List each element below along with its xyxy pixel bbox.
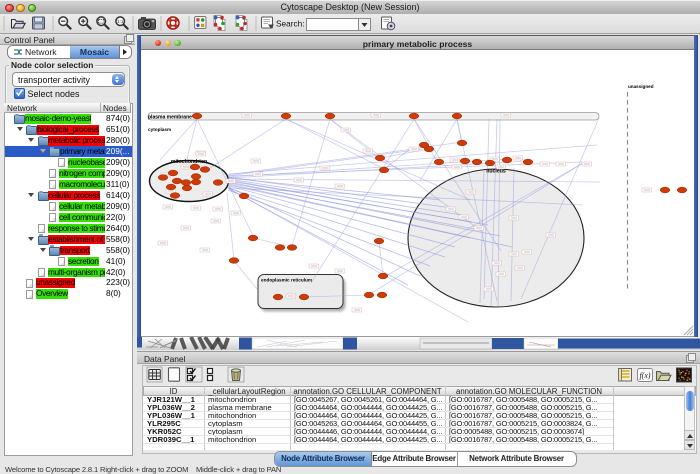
svg-text:unassigned: unassigned: [628, 84, 654, 89]
svg-text:f(x): f(x): [639, 371, 650, 380]
svg-text:mitochondrion: mitochondrion: [171, 159, 207, 165]
svg-text:cytoplasm: cytoplasm: [148, 127, 171, 132]
svg-text:plasma membrane: plasma membrane: [148, 115, 192, 121]
svg-text:nucleus: nucleus: [486, 169, 506, 175]
svg-text:Search:: Search:: [276, 19, 305, 29]
svg-text:endoplasmic reticulum: endoplasmic reticulum: [261, 278, 312, 283]
